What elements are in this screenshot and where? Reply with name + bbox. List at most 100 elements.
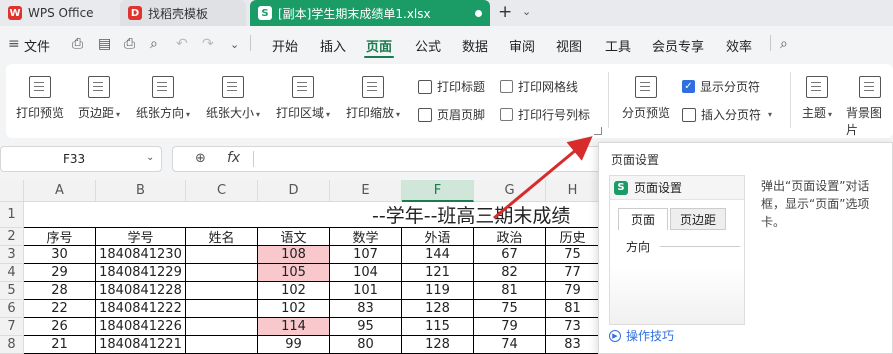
table-cell[interactable]: 30 [24, 246, 96, 264]
table-cell[interactable]: 73 [546, 318, 600, 336]
menu-view[interactable]: 视图 [556, 36, 582, 55]
table-cell[interactable]: 119 [402, 282, 474, 300]
table-cell[interactable] [186, 318, 258, 336]
table-cell[interactable]: 108 [258, 246, 330, 264]
margins-button[interactable]: 页边距 ▾ [78, 76, 120, 121]
table-cell[interactable]: 75 [546, 246, 600, 264]
print-preview-button[interactable]: 打印预览 [16, 76, 64, 121]
row-header[interactable]: 5 [0, 282, 24, 300]
table-cell[interactable]: 21 [24, 336, 96, 354]
column-header[interactable]: F [402, 180, 474, 202]
table-cell[interactable]: 144 [402, 246, 474, 264]
table-cell[interactable]: 114 [258, 318, 330, 336]
table-cell[interactable]: 105 [258, 264, 330, 282]
table-cell[interactable]: 83 [330, 300, 402, 318]
unsaved-dot-icon[interactable] [475, 9, 482, 17]
print-gridlines-checkbox[interactable]: 打印网格线 [500, 78, 578, 95]
redo-icon[interactable]: ↷ [202, 36, 214, 52]
table-cell[interactable]: 81 [546, 300, 600, 318]
table-cell[interactable]: 22 [24, 300, 96, 318]
tab-template[interactable]: D 找稻壳模板 [120, 0, 246, 26]
menu-home[interactable]: 开始 [272, 36, 298, 55]
page-break-preview-button[interactable]: 分页预览 [622, 76, 670, 121]
row-header[interactable]: 4 [0, 264, 24, 282]
table-cell[interactable] [186, 246, 258, 264]
tab-wps-office[interactable]: W WPS Office [0, 0, 118, 26]
checkbox-unchecked[interactable] [500, 108, 513, 121]
hamburger-icon[interactable]: ≡ [8, 36, 20, 52]
undo-icon[interactable]: ↶ [176, 36, 188, 52]
table-cell[interactable] [186, 300, 258, 318]
menu-member[interactable]: 会员专享 [652, 36, 704, 55]
chevron-down-icon[interactable]: ⌄ [230, 38, 239, 51]
orientation-button[interactable]: 纸张方向 ▾ [136, 76, 190, 121]
row-header[interactable]: 3 [0, 246, 24, 264]
table-cell[interactable]: 128 [402, 300, 474, 318]
menu-data[interactable]: 数据 [462, 36, 488, 55]
tab-spreadsheet-file[interactable]: S [副本]学生期末成绩单1.xlsx [250, 0, 490, 26]
menu-file[interactable]: 文件 [24, 36, 50, 55]
table-cell[interactable]: 29 [24, 264, 96, 282]
checkbox-checked[interactable]: ✓ [682, 80, 695, 93]
table-header-cell[interactable]: 历史 [546, 228, 600, 246]
menu-page[interactable]: 页面 [366, 36, 392, 55]
table-cell[interactable]: 104 [330, 264, 402, 282]
table-header-cell[interactable]: 语文 [258, 228, 330, 246]
table-cell[interactable]: 1840841222 [96, 300, 186, 318]
table-cell[interactable] [186, 282, 258, 300]
row-header[interactable]: 8 [0, 336, 24, 354]
table-cell[interactable]: 1840841221 [96, 336, 186, 354]
table-cell[interactable]: 74 [474, 336, 546, 354]
column-header[interactable]: C [186, 180, 258, 202]
table-cell[interactable]: 1840841226 [96, 318, 186, 336]
table-cell[interactable]: 28 [24, 282, 96, 300]
table-cell[interactable]: 80 [330, 336, 402, 354]
new-tab-icon[interactable]: + [498, 2, 512, 22]
menu-formula[interactable]: 公式 [415, 36, 441, 55]
table-cell[interactable]: 81 [474, 282, 546, 300]
table-cell[interactable]: 99 [258, 336, 330, 354]
table-cell[interactable]: 107 [330, 246, 402, 264]
menu-tools[interactable]: 工具 [605, 36, 631, 55]
column-header[interactable]: E [330, 180, 402, 202]
name-box[interactable]: F33 ⌄ [0, 146, 162, 172]
row-header[interactable]: 1 [0, 202, 24, 228]
table-cell[interactable]: 83 [546, 336, 600, 354]
export-pdf-icon[interactable]: ▤ [98, 36, 111, 52]
table-cell[interactable]: 75 [474, 300, 546, 318]
table-cell[interactable]: 79 [474, 318, 546, 336]
background-image-button[interactable]: 背景图片 [846, 76, 893, 138]
column-header[interactable]: A [24, 180, 96, 202]
table-cell[interactable]: 95 [330, 318, 402, 336]
table-cell[interactable]: 115 [402, 318, 474, 336]
row-header[interactable]: 6 [0, 300, 24, 318]
checkbox-unchecked[interactable] [500, 80, 513, 93]
table-header-cell[interactable]: 姓名 [186, 228, 258, 246]
column-header[interactable]: D [258, 180, 330, 202]
select-all-corner[interactable] [0, 180, 24, 202]
table-cell[interactable] [186, 336, 258, 354]
menu-efficiency[interactable]: 效率 [726, 36, 752, 55]
sheet-title-cell[interactable]: --学年--班高三期末成绩 [24, 202, 600, 228]
menu-insert[interactable]: 插入 [320, 36, 346, 55]
print-area-button[interactable]: 打印区域 ▾ [276, 76, 330, 121]
menu-review[interactable]: 审阅 [509, 36, 535, 55]
table-cell[interactable]: 67 [474, 246, 546, 264]
save-icon[interactable]: ⎙ [72, 36, 83, 52]
show-page-breaks-checkbox[interactable]: ✓ 显示分页符 [682, 78, 760, 95]
print-row-col-headers-checkbox[interactable]: 打印行号列标 [500, 106, 590, 123]
table-cell[interactable]: 102 [258, 300, 330, 318]
row-header[interactable]: 2 [0, 228, 24, 246]
table-header-cell[interactable]: 学号 [96, 228, 186, 246]
table-header-cell[interactable]: 序号 [24, 228, 96, 246]
insert-page-break-button[interactable]: 插入分页符 ▾ [682, 106, 772, 123]
chevron-down-icon[interactable]: ⌄ [522, 5, 531, 18]
column-header[interactable]: B [96, 180, 186, 202]
dialog-launcher-icon[interactable] [594, 127, 602, 135]
table-cell[interactable]: 26 [24, 318, 96, 336]
table-cell[interactable] [186, 264, 258, 282]
zoom-icon[interactable]: ⊕ [195, 151, 206, 166]
table-cell[interactable]: 1840841230 [96, 246, 186, 264]
header-footer-button[interactable]: 页眉页脚 [418, 106, 485, 123]
table-cell[interactable]: 101 [330, 282, 402, 300]
